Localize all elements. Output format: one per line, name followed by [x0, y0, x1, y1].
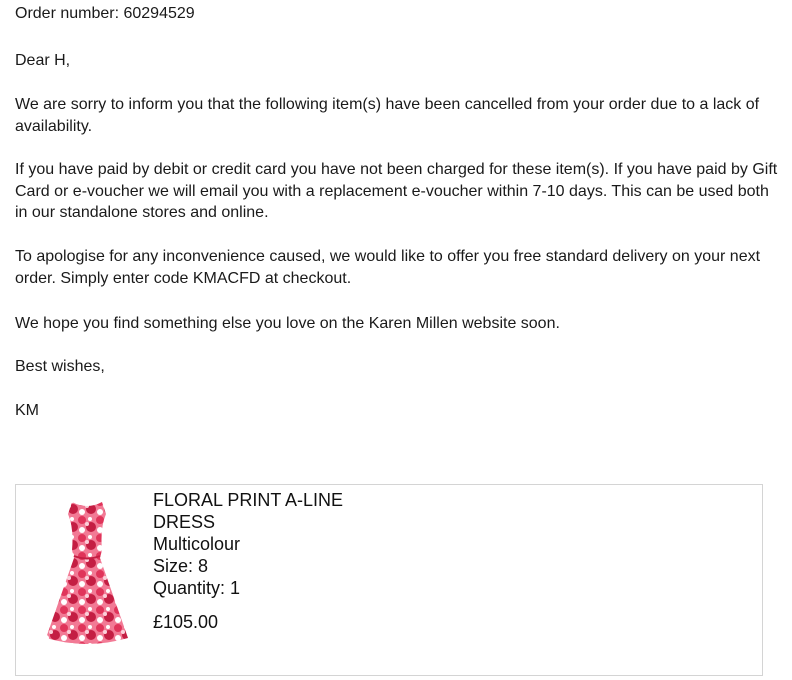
paragraph-hope: We hope you find something else you love…: [15, 315, 560, 332]
item-name-line-1[interactable]: FLORAL PRINT A-LINE: [153, 489, 453, 511]
item-colour: Multicolour: [153, 534, 241, 554]
greeting: Dear H,: [15, 52, 71, 69]
signoff: Best wishes,: [15, 358, 105, 375]
item-name-line-2[interactable]: DRESS: [153, 511, 453, 533]
item-details: FLORAL PRINT A-LINE DRESS Multicolour Si…: [153, 489, 453, 633]
item-size: Size: 8: [153, 556, 209, 576]
signature: KM: [15, 402, 39, 419]
paragraph-cancelled: We are sorry to inform you that the foll…: [15, 96, 760, 135]
item-quantity: Quantity: 1: [153, 578, 241, 598]
order-number: Order number: 60294529: [15, 5, 195, 22]
dress-image[interactable]: [42, 498, 132, 650]
item-price: £105.00: [153, 612, 219, 632]
cancelled-item-card: FLORAL PRINT A-LINE DRESS Multicolour Si…: [15, 484, 763, 676]
paragraph-payment: If you have paid by debit or credit card…: [15, 161, 778, 221]
paragraph-apology: To apologise for any inconvenience cause…: [15, 248, 761, 287]
